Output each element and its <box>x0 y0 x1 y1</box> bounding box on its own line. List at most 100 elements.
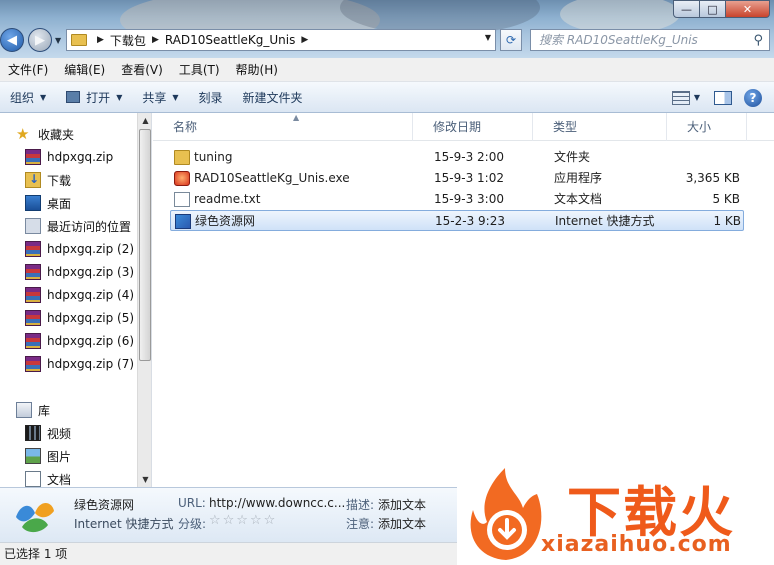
internet-shortcut-icon <box>16 503 54 533</box>
sidebar-item-downloads[interactable]: 下载 <box>25 169 71 191</box>
sidebar-item-zip[interactable]: hdpxgq.zip <box>25 146 113 168</box>
sidebar-item-label: 图片 <box>47 449 72 464</box>
share-label: 共享 <box>142 90 167 105</box>
zip-icon <box>25 287 41 303</box>
sidebar-item-recent[interactable]: 最近访问的位置 <box>25 215 131 237</box>
menu-bar: 文件(F) 编辑(E) 查看(V) 工具(T) 帮助(H) <box>0 58 774 82</box>
watermark-logo: 下载火 xiazaihuo.com <box>457 464 774 565</box>
scroll-down-icon[interactable]: ▼ <box>138 472 151 487</box>
sidebar-item-label: 视频 <box>47 426 72 441</box>
recent-pages-dropdown[interactable]: ▼ <box>55 36 61 45</box>
file-type: 文件夹 <box>554 150 591 164</box>
forward-button[interactable]: ▶ <box>28 28 52 52</box>
share-button[interactable]: 共享 ▼ <box>132 89 188 106</box>
url-value[interactable]: http://www.downcc.c... <box>209 496 345 510</box>
chevron-down-icon[interactable]: ▼ <box>694 93 700 102</box>
open-button[interactable]: 打开 ▼ <box>56 89 132 106</box>
sidebar-item-label: hdpxgq.zip (6) <box>47 334 135 348</box>
exe-icon <box>174 171 190 186</box>
zip-icon <box>25 356 41 372</box>
address-bar[interactable]: ▶ 下载包 ▶ RAD10SeattleKg_Unis ▶ ▼ <box>66 29 496 51</box>
column-header-type[interactable]: 类型 <box>533 113 667 141</box>
minimize-button[interactable]: — <box>673 0 700 18</box>
file-row[interactable]: RAD10SeattleKg_Unis.exe 15-9-3 1:02 应用程序… <box>170 168 744 189</box>
scroll-up-icon[interactable]: ▲ <box>138 113 151 128</box>
sidebar-item-zip[interactable]: hdpxgq.zip (5) <box>25 307 134 329</box>
menu-help[interactable]: 帮助(H) <box>228 61 286 78</box>
desktop-icon <box>25 195 41 211</box>
scrollbar-thumb[interactable] <box>139 129 151 361</box>
navigation-pane: ★ 收藏夹 hdpxgq.zip 下载 桌面 最近访问的位置 hdpxgq.zi… <box>0 113 152 487</box>
folder-icon <box>71 34 87 46</box>
sidebar-item-library[interactable]: 库 <box>16 399 50 421</box>
column-header-size[interactable]: 大小 <box>667 113 747 141</box>
column-header-name[interactable]: ▲ 名称 <box>153 113 413 141</box>
new-folder-button[interactable]: 新建文件夹 <box>233 89 313 106</box>
close-button[interactable]: ✕ <box>726 0 770 18</box>
search-placeholder: 搜索 RAD10SeattleKg_Unis <box>539 33 698 47</box>
back-button[interactable]: ◀ <box>0 28 24 52</box>
note-field[interactable]: 添加文本 <box>378 515 426 532</box>
breadcrumb-separator[interactable]: ▶ <box>97 35 104 45</box>
breadcrumb-item[interactable]: 下载包 <box>110 32 146 49</box>
status-text: 已选择 1 项 <box>4 547 68 561</box>
search-input[interactable]: 搜索 RAD10SeattleKg_Unis ⚲ <box>530 29 770 51</box>
burn-label: 刻录 <box>198 90 223 105</box>
rating-label: 分级: <box>178 517 207 531</box>
file-modified: 15-9-3 2:00 <box>434 150 504 164</box>
file-size: 5 KB <box>712 192 740 206</box>
breadcrumb-separator[interactable]: ▶ <box>152 35 159 45</box>
open-label: 打开 <box>86 90 111 105</box>
file-name: RAD10SeattleKg_Unis.exe <box>194 171 350 185</box>
sidebar-item-zip[interactable]: hdpxgq.zip (7) <box>25 353 134 375</box>
chevron-down-icon: ▼ <box>172 92 179 102</box>
sidebar-item-zip[interactable]: hdpxgq.zip (3) <box>25 261 134 283</box>
refresh-button[interactable]: ⟳ <box>500 29 522 51</box>
sidebar-item-label: hdpxgq.zip (2) <box>47 242 135 256</box>
sidebar-item-desktop[interactable]: 桌面 <box>25 192 71 214</box>
command-bar: 组织 ▼ 打开 ▼ 共享 ▼ 刻录 新建文件夹 ▼ ? <box>0 82 774 113</box>
rating-stars[interactable]: ☆☆☆☆☆ <box>209 513 277 528</box>
search-icon[interactable]: ⚲ <box>753 31 763 51</box>
menu-edit[interactable]: 编辑(E) <box>56 61 113 78</box>
sidebar-item-zip[interactable]: hdpxgq.zip (4) <box>25 284 134 306</box>
file-row-selected[interactable]: 绿色资源网 15-2-3 9:23 Internet 快捷方式 1 KB <box>170 210 744 231</box>
zip-icon <box>25 241 41 257</box>
preview-pane-icon[interactable] <box>714 90 732 105</box>
menu-tools[interactable]: 工具(T) <box>171 61 228 78</box>
sidebar-item-zip[interactable]: hdpxgq.zip (2) <box>25 238 134 260</box>
column-header-label: 类型 <box>553 120 578 134</box>
burn-button[interactable]: 刻录 <box>189 89 233 106</box>
sidebar-item-favorites[interactable]: ★ 收藏夹 <box>16 123 74 145</box>
maximize-button[interactable]: □ <box>700 0 726 18</box>
zip-icon <box>25 333 41 349</box>
file-row[interactable]: tuning 15-9-3 2:00 文件夹 <box>170 147 744 168</box>
menu-view[interactable]: 查看(V) <box>113 61 171 78</box>
chevron-down-icon: ▼ <box>40 92 47 102</box>
view-list-icon[interactable] <box>671 90 690 105</box>
sidebar-item-video[interactable]: 视频 <box>25 422 71 444</box>
zip-icon <box>25 264 41 280</box>
sidebar-scrollbar[interactable]: ▲ ▼ <box>137 113 151 487</box>
breadcrumb-separator[interactable]: ▶ <box>301 35 308 45</box>
text-file-icon <box>174 192 190 207</box>
address-dropdown[interactable]: ▼ <box>485 33 491 42</box>
help-icon[interactable]: ? <box>744 88 762 107</box>
sidebar-item-zip[interactable]: hdpxgq.zip (6) <box>25 330 134 352</box>
description-field[interactable]: 添加文本 <box>378 496 426 513</box>
breadcrumb-item[interactable]: RAD10SeattleKg_Unis <box>165 33 296 47</box>
file-row[interactable]: readme.txt 15-9-3 3:00 文本文档 5 KB <box>170 189 744 210</box>
organize-button[interactable]: 组织 ▼ <box>0 89 56 106</box>
sidebar-item-documents[interactable]: 文档 <box>25 468 71 487</box>
menu-file[interactable]: 文件(F) <box>0 61 56 78</box>
sidebar-item-pictures[interactable]: 图片 <box>25 445 71 467</box>
file-list: ▲ 名称 修改日期 类型 大小 tuning 15-9-3 2:00 文件夹 R… <box>153 113 774 487</box>
details-title: 绿色资源网 <box>74 498 135 512</box>
zip-icon <box>25 149 41 165</box>
sidebar-item-label: 文档 <box>47 472 72 487</box>
chevron-down-icon: ▼ <box>116 92 123 102</box>
details-subtitle: Internet 快捷方式 <box>74 517 174 531</box>
sidebar-item-label: hdpxgq.zip (7) <box>47 357 135 371</box>
column-header-modified[interactable]: 修改日期 <box>413 113 533 141</box>
column-header-label: 大小 <box>687 120 712 134</box>
